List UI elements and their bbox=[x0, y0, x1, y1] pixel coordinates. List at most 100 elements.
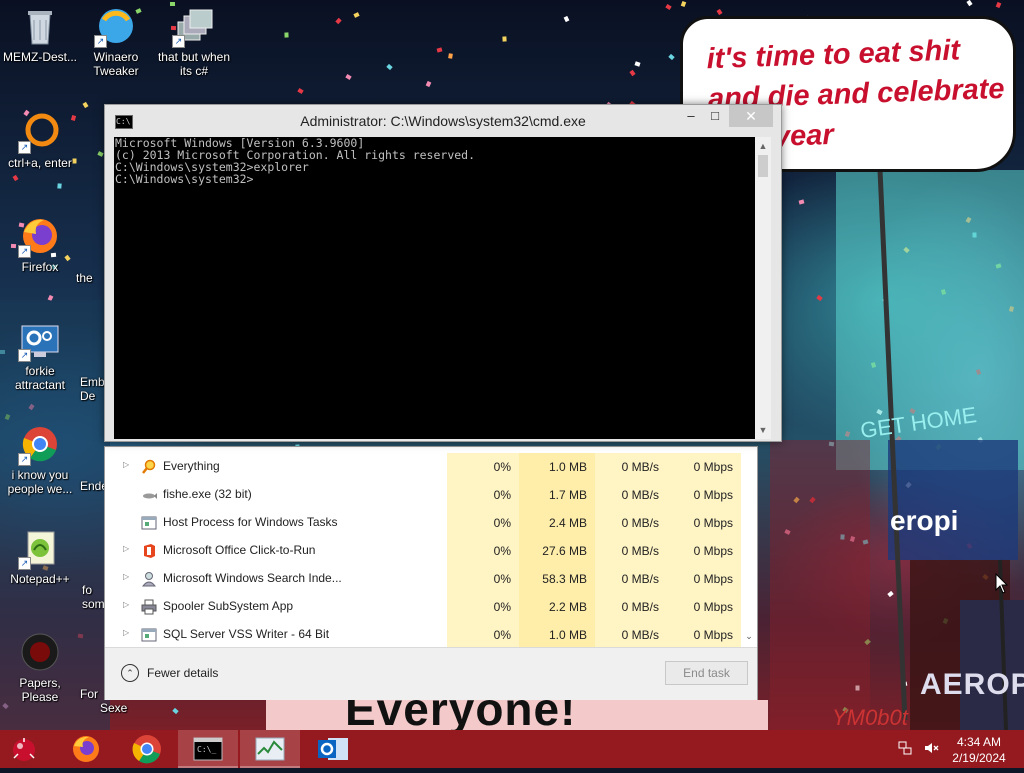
taskbar-firefox[interactable] bbox=[56, 730, 116, 768]
console-prompt: C:\Windows\system32> bbox=[115, 172, 254, 186]
shortcut-arrow-icon: ↗ bbox=[18, 453, 31, 466]
process-name: Spooler SubSystem App bbox=[163, 599, 294, 613]
close-button[interactable]: ✕ bbox=[729, 105, 773, 127]
process-name: Microsoft Office Click-to-Run bbox=[163, 543, 316, 557]
desktop-icon-papers-please[interactable]: Papers, Please bbox=[2, 632, 78, 704]
desktop-icon-label: Notepad++ bbox=[10, 572, 70, 586]
system-clock[interactable]: 4:34 AM 2/19/2024 bbox=[944, 734, 1014, 766]
outlook-icon bbox=[318, 738, 348, 760]
process-list: ▷ Everything 0% 1.0 MB 0 MB/s 0 Mbps fishe.exe… bbox=[105, 453, 741, 649]
network-icon[interactable] bbox=[898, 741, 912, 755]
desktop-icon-firefox[interactable]: ↗ Firefox bbox=[2, 216, 78, 274]
cpu-cell: 0% bbox=[447, 453, 519, 481]
network-cell: 0 Mbps bbox=[667, 509, 741, 537]
process-row[interactable]: fishe.exe (32 bit) 0% 1.7 MB 0 MB/s 0 Mbps bbox=[105, 481, 741, 509]
taskbar-chrome[interactable] bbox=[117, 730, 177, 768]
cpu-cell: 0% bbox=[447, 509, 519, 537]
process-row[interactable]: ▷ SQL Server VSS Writer - 64 Bit 0% 1.0 MB 0… bbox=[105, 621, 741, 649]
process-name: Microsoft Windows Search Inde... bbox=[163, 571, 342, 585]
process-name: SQL Server VSS Writer - 64 Bit bbox=[163, 627, 330, 641]
desktop-icon-notepadpp[interactable]: ↗ Notepad++ bbox=[2, 528, 78, 586]
taskbar: C:\_ 4:34 AM 2/19/2024 bbox=[0, 730, 1024, 768]
process-row[interactable]: Host Process for Windows Tasks 0% 2.4 MB 0 … bbox=[105, 509, 741, 537]
cpu-cell: 0% bbox=[447, 621, 519, 649]
cpu-cell: 0% bbox=[447, 481, 519, 509]
network-cell: 0 Mbps bbox=[667, 537, 741, 565]
clock-time: 4:34 AM bbox=[956, 735, 1002, 749]
start-button[interactable] bbox=[8, 734, 40, 764]
desktop-icon-label: ctrl+a, enter bbox=[8, 156, 72, 170]
desktop-icon-label: MEMZ-Dest... bbox=[3, 50, 77, 64]
desktop-icon-winaero[interactable]: ↗ Winaero Tweaker bbox=[78, 6, 154, 78]
cmd-console-output[interactable]: Microsoft Windows [Version 6.3.9600] (c)… bbox=[114, 137, 755, 439]
process-name: Everything bbox=[163, 459, 220, 473]
taskbar-cmd[interactable]: C:\_ bbox=[178, 730, 238, 768]
fewer-details-link[interactable]: Fewer details bbox=[147, 666, 218, 680]
task-manager-window: ▷ Everything 0% 1.0 MB 0 MB/s 0 Mbps fishe.exe… bbox=[104, 446, 758, 700]
firefox-icon: ↗ bbox=[18, 216, 60, 258]
window-process-icon bbox=[141, 627, 157, 643]
printer-icon bbox=[141, 599, 157, 615]
fish-icon bbox=[141, 487, 157, 503]
expand-arrow-icon[interactable]: ▷ bbox=[123, 572, 129, 581]
magnifier-icon bbox=[141, 459, 157, 475]
desktop-icon-memz[interactable]: MEMZ-Dest... bbox=[2, 6, 78, 64]
cmd-window: C:\ Administrator: C:\Windows\system32\c… bbox=[104, 104, 782, 442]
end-task-button[interactable]: End task bbox=[665, 661, 748, 685]
expand-arrow-icon[interactable]: ▷ bbox=[123, 460, 129, 469]
expand-arrow-icon[interactable]: ▷ bbox=[123, 600, 129, 609]
memory-cell: 2.4 MB bbox=[519, 509, 595, 537]
taskbar-outlook[interactable] bbox=[302, 730, 362, 768]
cmd-title-bar[interactable]: C:\ Administrator: C:\Windows\system32\c… bbox=[105, 105, 781, 137]
scroll-up-arrow-icon[interactable]: ▲ bbox=[755, 139, 771, 153]
process-name: fishe.exe (32 bit) bbox=[163, 487, 252, 501]
chrome-icon: ↗ bbox=[18, 424, 60, 466]
taskbar-task-manager[interactable] bbox=[240, 730, 300, 768]
maximize-button[interactable]: □ bbox=[701, 105, 729, 127]
process-row[interactable]: ▷ Spooler SubSystem App 0% 2.2 MB 0 MB/s 0 Mb… bbox=[105, 593, 741, 621]
expand-arrow-icon[interactable]: ▷ bbox=[123, 628, 129, 637]
scrollbar-thumb[interactable] bbox=[758, 155, 768, 177]
desktop-icon-ctrl-a[interactable]: ↗ ctrl+a, enter bbox=[2, 112, 78, 170]
shortcut-arrow-icon: ↗ bbox=[18, 557, 31, 570]
disk-cell: 0 MB/s bbox=[595, 593, 667, 621]
memory-cell: 1.7 MB bbox=[519, 481, 595, 509]
scroll-down-arrow-icon[interactable]: ▼ bbox=[755, 423, 771, 437]
desktop-icon-label: Winaero Tweaker bbox=[93, 50, 139, 78]
disk-cell: 0 MB/s bbox=[595, 621, 667, 649]
process-row[interactable]: ▷ Everything 0% 1.0 MB 0 MB/s 0 Mbps bbox=[105, 453, 741, 481]
network-cell: 0 Mbps bbox=[667, 453, 741, 481]
cmd-icon: C:\_ bbox=[193, 737, 223, 761]
disk-cell: 0 MB/s bbox=[595, 537, 667, 565]
process-name: Host Process for Windows Tasks bbox=[163, 515, 338, 529]
expand-arrow-icon[interactable]: ▷ bbox=[123, 544, 129, 553]
ymobot-sign: YM0b0t bbox=[832, 705, 908, 730]
shortcut-arrow-icon: ↗ bbox=[18, 349, 31, 362]
stacked-windows-icon: ↗ bbox=[172, 6, 214, 48]
svg-text:C:\_: C:\_ bbox=[197, 745, 216, 754]
memory-cell: 1.0 MB bbox=[519, 453, 595, 481]
volume-muted-icon[interactable] bbox=[923, 740, 939, 756]
disk-cell: 0 MB/s bbox=[595, 509, 667, 537]
process-list-scrollbar[interactable]: ⌄ bbox=[741, 447, 757, 647]
desktop-icon-label: that but when its c# bbox=[157, 50, 231, 78]
process-row[interactable]: ▷ Microsoft Windows Search Inde... 0% 58.3 … bbox=[105, 565, 741, 593]
firefox-icon bbox=[73, 736, 99, 762]
papers-please-icon bbox=[20, 632, 60, 672]
process-row[interactable]: ▷ Microsoft Office Click-to-Run 0% 27.6 MB 0… bbox=[105, 537, 741, 565]
network-cell: 0 Mbps bbox=[667, 621, 741, 649]
desktop-icon-forkie[interactable]: ↗ forkie attractant bbox=[2, 320, 78, 392]
desktop-icon-chrome[interactable]: ↗ i know you people we... bbox=[2, 424, 78, 496]
cmd-scrollbar[interactable]: ▲ ▼ bbox=[755, 137, 771, 439]
desktop-icon-label: forkie attractant bbox=[14, 364, 66, 392]
window-process-icon bbox=[141, 515, 157, 531]
memory-cell: 1.0 MB bbox=[519, 621, 595, 649]
shortcut-arrow-icon: ↗ bbox=[172, 35, 185, 48]
aeropostale-sign: AEROPOS bbox=[920, 668, 1024, 701]
cpu-cell: 0% bbox=[447, 593, 519, 621]
recycle-bin-icon bbox=[20, 6, 60, 46]
scroll-down-arrow-icon[interactable]: ⌄ bbox=[741, 631, 757, 642]
chevron-up-icon[interactable]: ⌃ bbox=[121, 664, 139, 682]
desktop-icon-csharp[interactable]: ↗ that but when its c# bbox=[156, 6, 232, 78]
shortcut-arrow-icon: ↗ bbox=[18, 141, 31, 154]
